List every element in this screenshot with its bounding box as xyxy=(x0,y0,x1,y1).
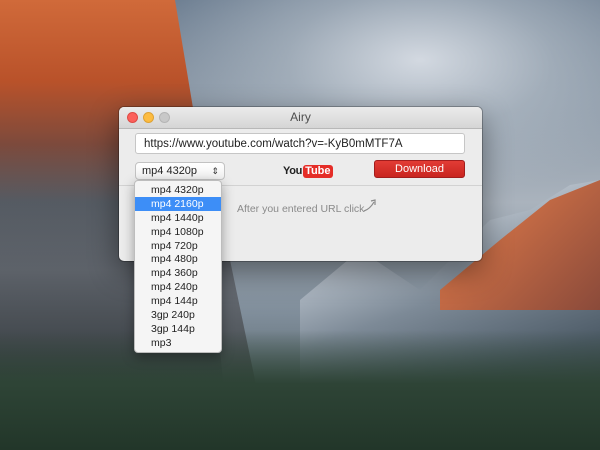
window-title: Airy xyxy=(290,110,311,124)
format-option[interactable]: mp4 1440p xyxy=(135,211,221,225)
youtube-logo-you: You xyxy=(283,165,303,177)
chevron-updown-icon: ⇕ xyxy=(211,166,219,176)
format-select[interactable]: mp4 4320p ⇕ xyxy=(135,162,225,180)
format-dropdown-menu: mp4 4320p mp4 2160p mp4 1440p mp4 1080p … xyxy=(134,180,222,353)
title-bar[interactable]: Airy xyxy=(119,107,482,129)
wallpaper-forest xyxy=(0,330,600,450)
hint-text: After you entered URL click xyxy=(237,203,365,215)
format-option[interactable]: mp3 xyxy=(135,336,221,350)
format-option[interactable]: mp4 360p xyxy=(135,266,221,280)
format-option[interactable]: mp4 720p xyxy=(135,239,221,253)
format-option[interactable]: 3gp 144p xyxy=(135,322,221,336)
format-option[interactable]: mp4 240p xyxy=(135,280,221,294)
format-option-highlighted[interactable]: mp4 2160p xyxy=(135,196,221,211)
youtube-logo-tube: Tube xyxy=(303,164,333,178)
download-button[interactable]: Download xyxy=(374,160,465,178)
format-option[interactable]: mp4 1080p xyxy=(135,225,221,239)
format-option[interactable]: mp4 144p xyxy=(135,294,221,308)
curved-arrow-icon xyxy=(363,199,376,212)
youtube-logo: You Tube xyxy=(283,164,333,178)
url-input[interactable] xyxy=(135,133,465,154)
format-option[interactable]: 3gp 240p xyxy=(135,308,221,322)
format-option[interactable]: mp4 480p xyxy=(135,252,221,266)
format-option[interactable]: mp4 4320p xyxy=(135,183,221,197)
format-select-value: mp4 4320p xyxy=(142,165,198,177)
